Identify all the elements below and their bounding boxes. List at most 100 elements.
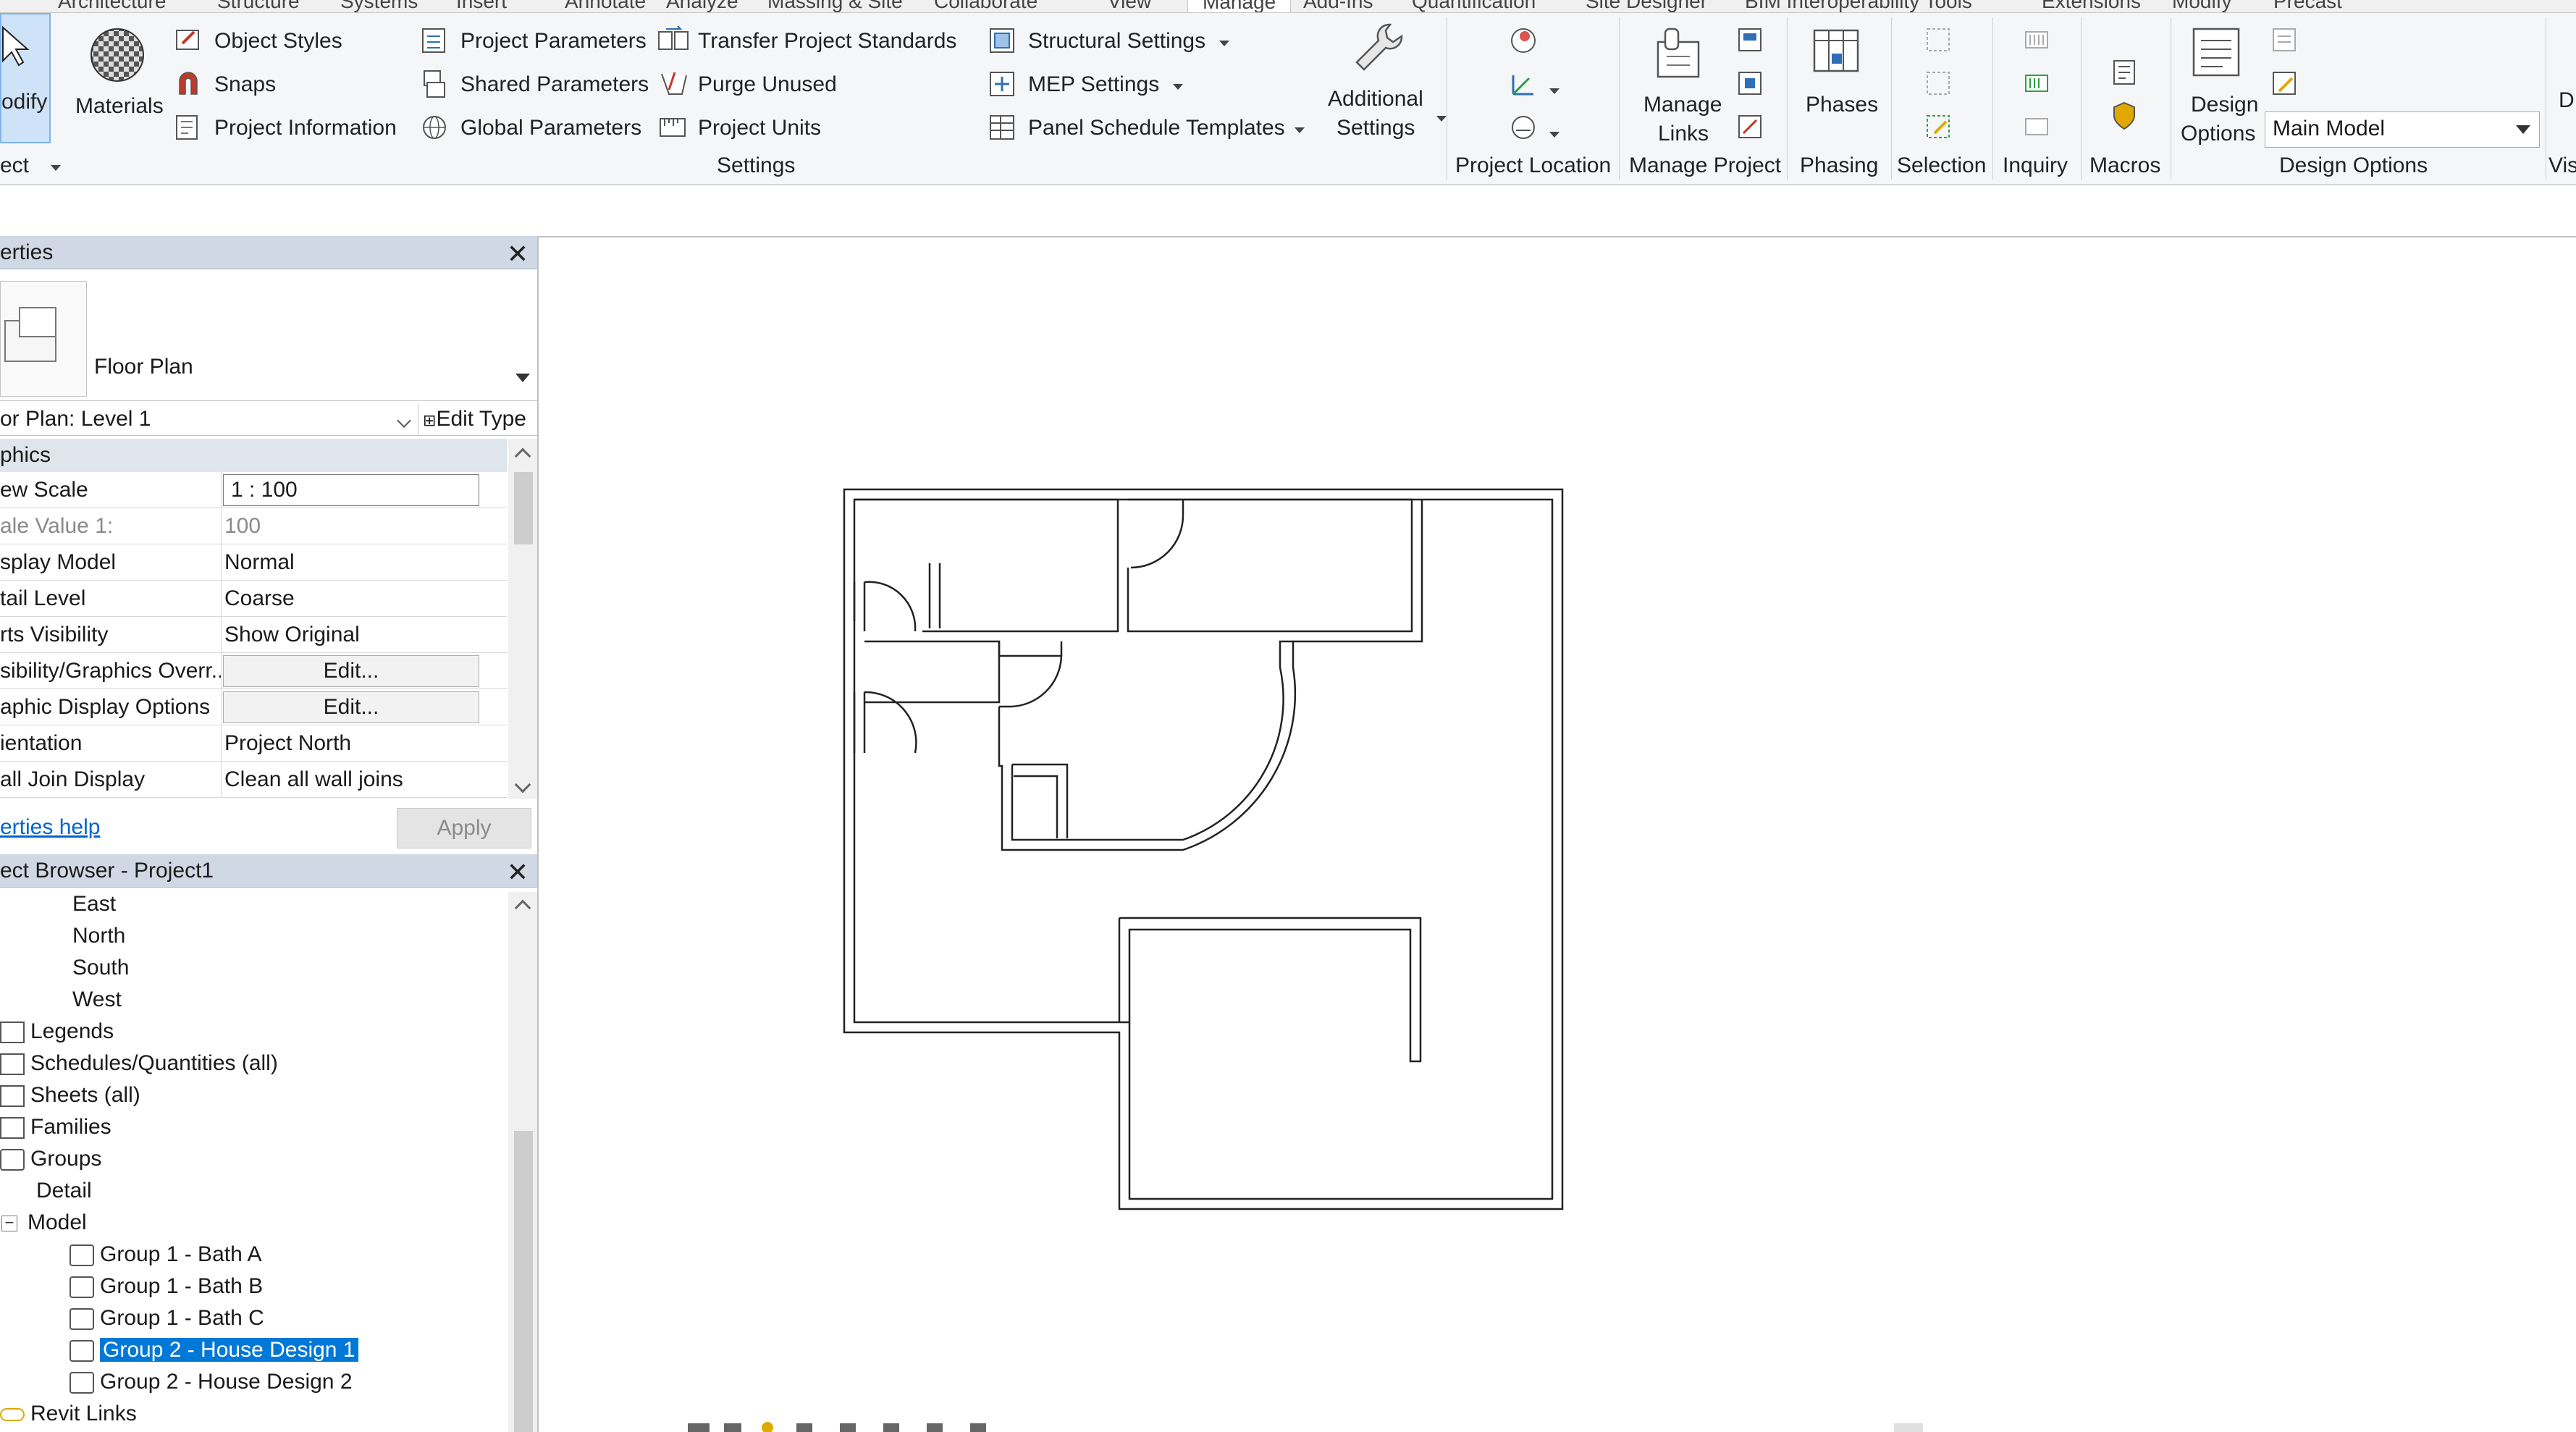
apply-button[interactable]: Apply [397, 808, 531, 848]
graphics-group-header[interactable]: phics [0, 439, 507, 472]
floor-plan-drawing[interactable] [539, 237, 2576, 1432]
property-row[interactable]: tail Level Coarse [0, 581, 507, 617]
tab-add-ins[interactable]: Add-Ins [1303, 0, 1373, 12]
property-row[interactable]: ale Value 1: 100 [0, 508, 507, 544]
tab-insert[interactable]: Insert [456, 0, 507, 12]
tab-site-designer[interactable]: Site Designer [1586, 0, 1707, 12]
design-option-select[interactable]: Main Model [2265, 111, 2540, 148]
tree-item[interactable]: − Model [1, 1210, 87, 1239]
property-row[interactable]: rts Visibility Show Original [0, 617, 507, 653]
tree-item[interactable]: Group 2 - House Design 1 [70, 1337, 359, 1367]
tree-item[interactable]: Schedules/Quantities (all) [0, 1051, 278, 1080]
drawing-area[interactable] [537, 236, 2576, 1432]
tree-item[interactable]: West [72, 987, 122, 1016]
edit-button[interactable]: Edit... [223, 655, 479, 687]
tree-item[interactable]: Detail [36, 1179, 92, 1208]
design-options-button[interactable]: Design Options [2178, 17, 2262, 155]
additional-settings-dropdown-icon[interactable] [1436, 116, 1447, 122]
save-selection-button[interactable] [1923, 25, 1955, 60]
location-button[interactable] [1507, 25, 1539, 60]
pick-to-edit-button[interactable] [2269, 68, 2301, 104]
tab-analyze[interactable]: Analyze [666, 0, 738, 12]
position-dropdown-icon[interactable] [1549, 132, 1560, 138]
warnings-button[interactable] [2021, 111, 2053, 147]
horizontal-scroll-thumb[interactable] [1894, 1423, 1923, 1432]
structural-settings-dropdown-icon[interactable] [1219, 41, 1229, 46]
view-control-bar[interactable] [579, 1420, 1100, 1432]
starting-view-button[interactable] [1735, 111, 1767, 147]
ids-of-selection-button[interactable] [2021, 25, 2053, 60]
phases-button[interactable]: Phases [1796, 17, 1882, 155]
macro-manager-button[interactable] [2108, 56, 2140, 92]
property-row[interactable]: all Join Display Clean all wall joins [0, 762, 507, 798]
close-icon[interactable]: ✕ [507, 239, 529, 269]
property-row[interactable]: splay Model Normal [0, 544, 507, 581]
edit-selection-button[interactable] [1923, 111, 1955, 147]
tab-precast[interactable]: Precast [2273, 0, 2342, 12]
select-panel-label[interactable]: ect [0, 153, 29, 178]
tab-massing-site[interactable]: Massing & Site [767, 0, 903, 12]
coordinates-dropdown-icon[interactable] [1549, 88, 1560, 94]
tree-item[interactable]: Group 2 - House Design 2 [70, 1370, 353, 1399]
edit-type-button[interactable]: ⊞Edit Type [423, 407, 526, 431]
tab-structure[interactable]: Structure [217, 0, 300, 12]
property-value[interactable]: Coarse [224, 586, 478, 611]
add-to-set-button[interactable] [2269, 25, 2301, 60]
view-scale-input[interactable]: 1 : 100 [223, 474, 479, 506]
tab-manage[interactable]: Manage [1187, 0, 1292, 12]
tab-modify[interactable]: Modify [2172, 0, 2231, 12]
panel-schedule-dropdown-icon[interactable] [1295, 127, 1305, 133]
property-value[interactable]: Clean all wall joins [224, 767, 478, 792]
scroll-thumb[interactable] [514, 472, 533, 544]
tab-extensions[interactable]: Extensions [2042, 0, 2141, 12]
manage-links-button[interactable]: Manage Links [1633, 17, 1726, 155]
tree-item[interactable]: East [72, 892, 116, 921]
tab-architecture[interactable]: Architecture [58, 0, 166, 12]
properties-help-link[interactable]: erties help [0, 815, 100, 840]
tab-quantification[interactable]: Quantification [1412, 0, 1536, 12]
close-icon[interactable]: ✕ [507, 857, 529, 888]
mep-settings-dropdown-icon[interactable] [1173, 84, 1183, 90]
property-value[interactable]: Normal [224, 550, 478, 575]
tree-item[interactable]: Legends [0, 1019, 114, 1048]
tree-item[interactable]: South [72, 956, 129, 985]
modify-button[interactable]: odify [0, 13, 51, 143]
property-row[interactable]: ientation Project North [0, 725, 507, 762]
materials-button[interactable]: Materials [75, 19, 164, 135]
tab-bim-interoperability-tools[interactable]: BIM Interoperability Tools [1745, 0, 1972, 12]
scroll-down-icon[interactable] [514, 776, 531, 793]
macro-security-button[interactable] [2108, 100, 2140, 135]
tree-item[interactable]: Group 1 - Bath A [70, 1242, 261, 1271]
load-selection-button[interactable] [1923, 68, 1955, 104]
coordinates-button[interactable] [1507, 68, 1560, 104]
decal-types-button[interactable] [1735, 68, 1767, 104]
tree-item[interactable]: Groups [0, 1147, 101, 1176]
position-button[interactable] [1507, 111, 1560, 147]
tree-item[interactable]: Revit Links [0, 1402, 137, 1431]
property-value[interactable]: Show Original [224, 623, 478, 647]
select-dropdown-icon[interactable] [51, 165, 61, 171]
scroll-up-icon[interactable] [514, 447, 531, 465]
additional-settings-button[interactable]: Additional Settings [1321, 17, 1447, 155]
property-value[interactable]: Project North [224, 731, 478, 756]
tab-view[interactable]: View [1108, 0, 1151, 12]
collapse-icon[interactable]: − [1, 1215, 17, 1232]
properties-scrollbar[interactable] [508, 439, 537, 799]
browser-scrollbar[interactable] [508, 892, 537, 1432]
tree-item[interactable]: Families [0, 1115, 111, 1144]
tab-systems[interactable]: Systems [340, 0, 418, 12]
tree-item[interactable]: North [72, 924, 125, 953]
tree-item[interactable]: Group 1 - Bath B [70, 1274, 263, 1303]
scroll-thumb[interactable] [514, 1131, 533, 1432]
type-selector[interactable]: Floor Plan [0, 277, 537, 401]
select-by-id-button[interactable] [2021, 68, 2053, 104]
scroll-up-icon[interactable] [514, 899, 531, 917]
instance-selector[interactable]: or Plan: Level 1 [0, 404, 418, 436]
property-row[interactable]: ew Scale 1 : 100 [0, 472, 507, 508]
tree-item[interactable]: Sheets (all) [0, 1083, 140, 1112]
edit-button[interactable]: Edit... [223, 691, 479, 723]
property-row[interactable]: aphic Display Options Edit... [0, 689, 507, 725]
tab-annotate[interactable]: Annotate [565, 0, 646, 12]
manage-images-button[interactable] [1735, 25, 1767, 60]
tab-collaborate[interactable]: Collaborate [934, 0, 1037, 12]
